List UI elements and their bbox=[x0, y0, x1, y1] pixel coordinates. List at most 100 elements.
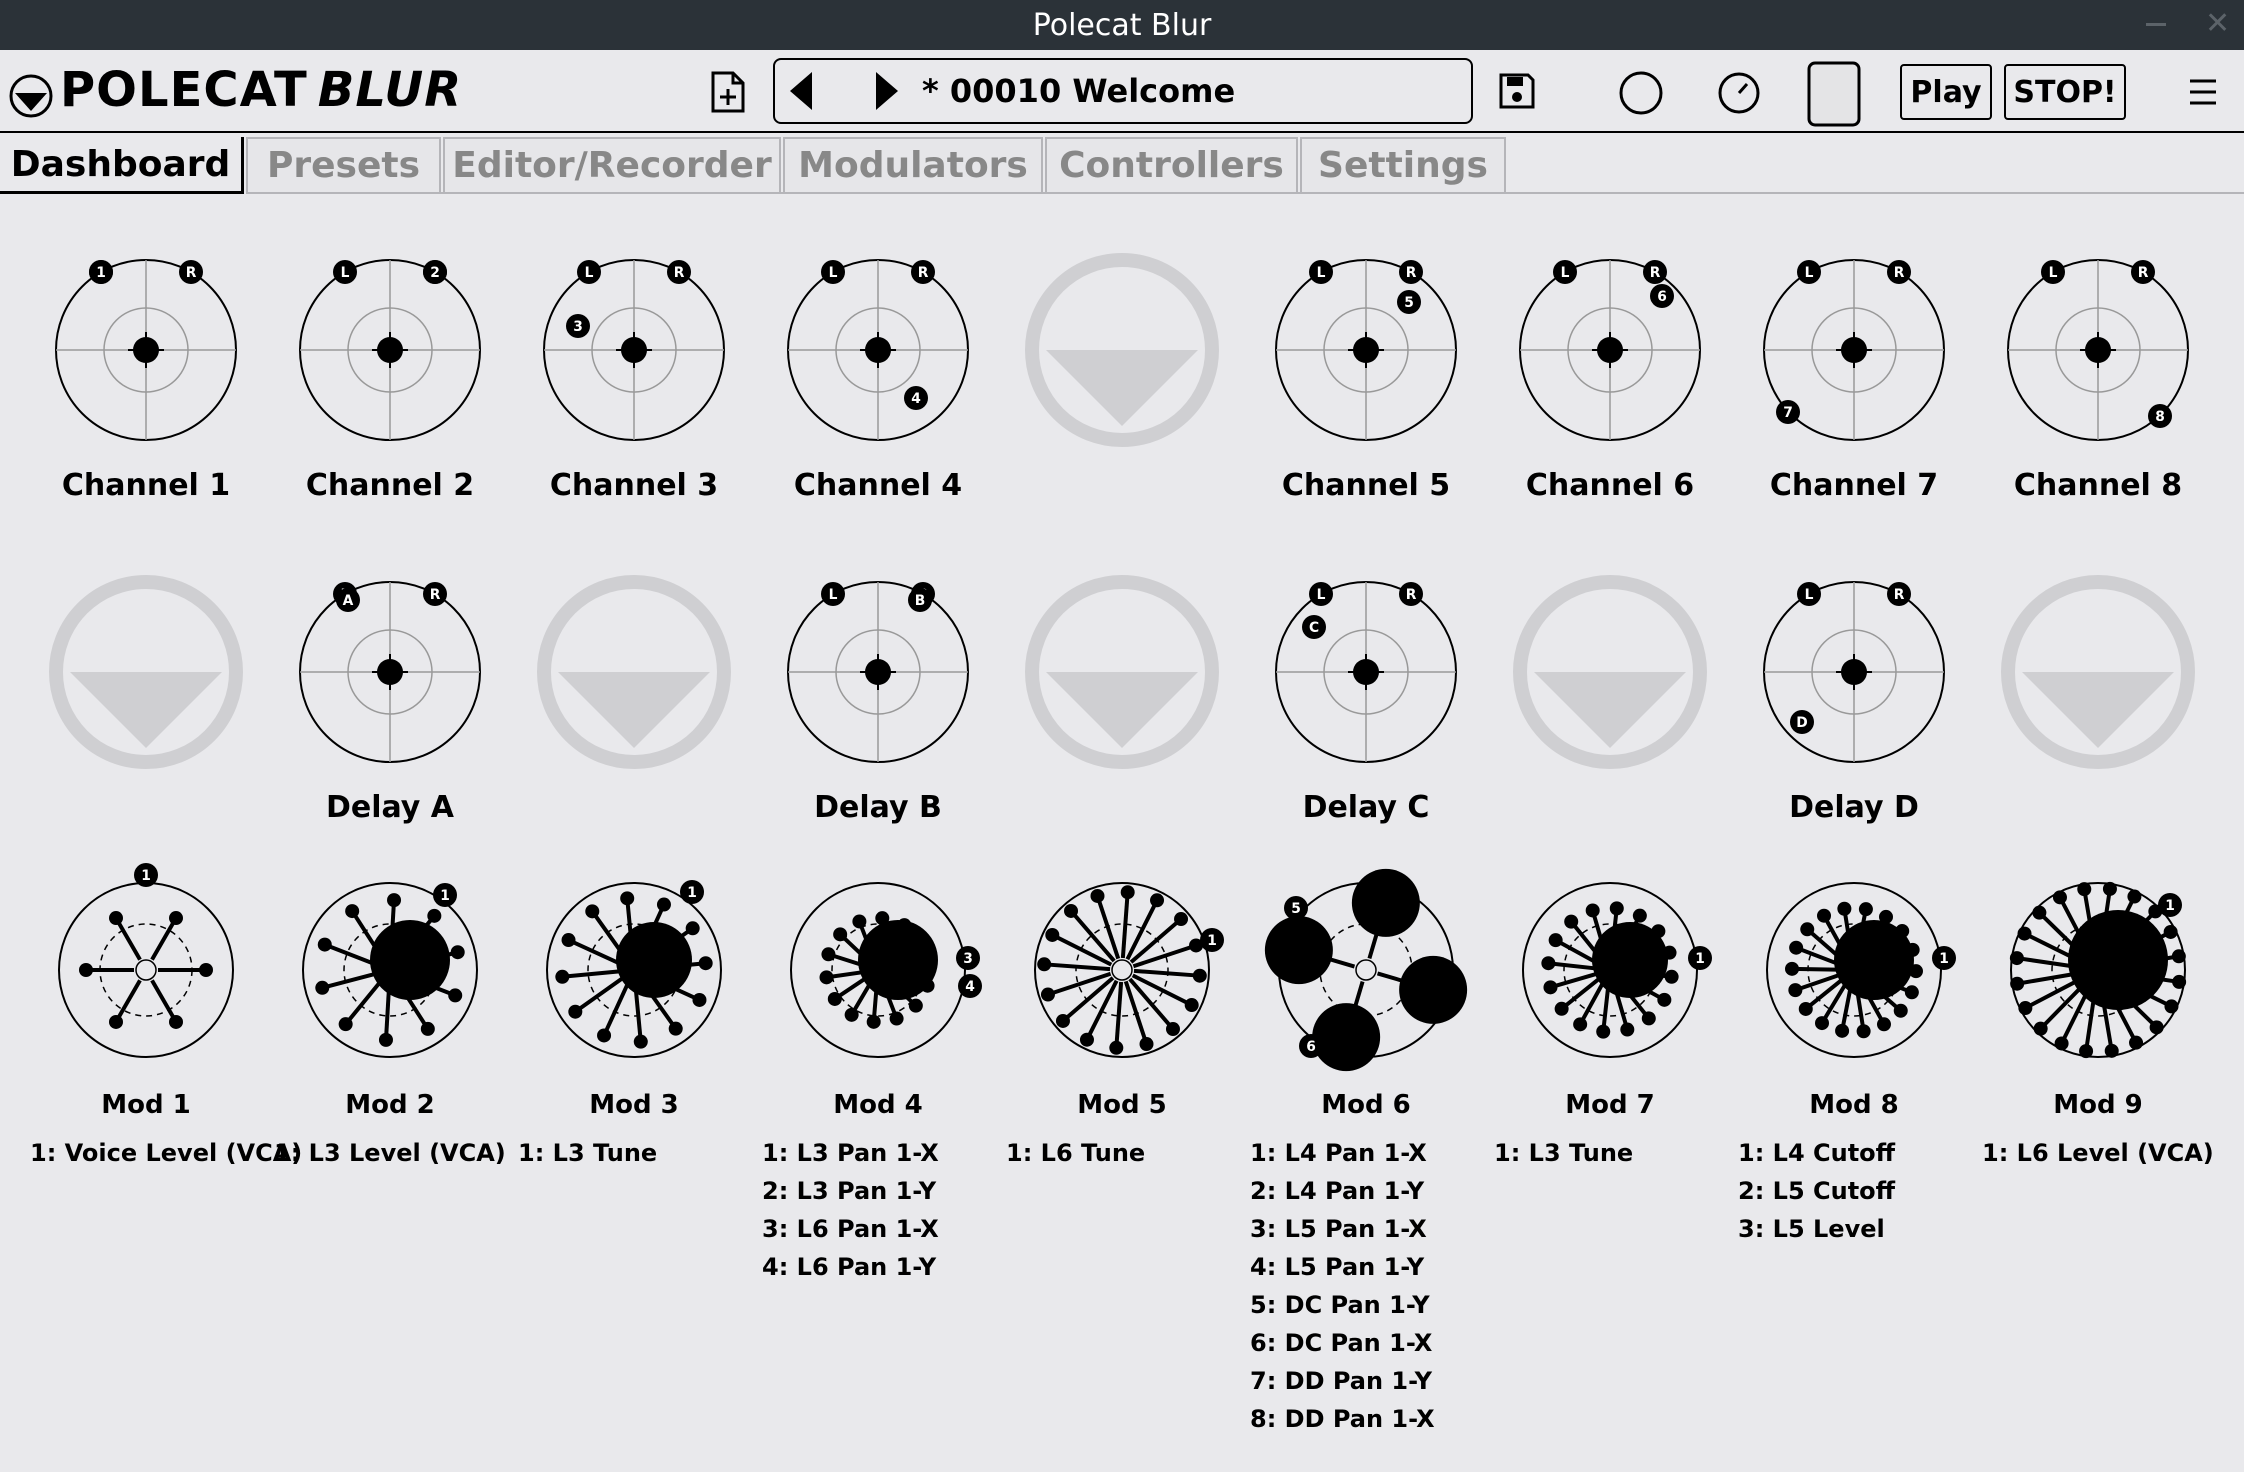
svg-text:5: 5 bbox=[1291, 901, 1301, 917]
channel-panner-6[interactable]: L R 5 bbox=[1256, 240, 1476, 460]
svg-text:R: R bbox=[1406, 587, 1417, 603]
mod-target-item: 4: L5 Pan 1-Y bbox=[1250, 1253, 1425, 1281]
mod-target-item: 7: DD Pan 1-Y bbox=[1250, 1367, 1432, 1395]
mod-6-visualizer[interactable]: 56 bbox=[1256, 860, 1476, 1080]
cpu-gauge-icon[interactable] bbox=[1716, 70, 1762, 116]
mod-pattern bbox=[819, 911, 938, 1029]
channel-position-badge: 8 bbox=[2148, 404, 2172, 428]
mod-target-item: 2: L5 Cutoff bbox=[1738, 1177, 1896, 1205]
delay-position-badge: C bbox=[1302, 615, 1326, 639]
svg-text:3: 3 bbox=[573, 319, 583, 335]
stop-button[interactable]: STOP! bbox=[2004, 64, 2126, 120]
mod-4-visualizer[interactable]: 34 bbox=[768, 860, 988, 1080]
svg-text:1: 1 bbox=[96, 265, 106, 281]
minimize-button[interactable] bbox=[2146, 23, 2166, 26]
delay-panner-6[interactable]: L R C bbox=[1256, 562, 1476, 782]
mod-target-badge: 1 bbox=[680, 880, 704, 904]
delay-empty-slot[interactable] bbox=[1012, 562, 1232, 782]
svg-text:R: R bbox=[1650, 265, 1661, 281]
tab-settings[interactable]: Settings bbox=[1300, 137, 1506, 194]
right-channel-marker: R bbox=[1399, 582, 1423, 606]
channel-panner-3[interactable]: L R 3 bbox=[524, 240, 744, 460]
svg-text:L: L bbox=[1317, 265, 1326, 281]
mod-5-visualizer[interactable]: 1 bbox=[1012, 860, 1232, 1080]
delay-panner-8[interactable]: L R D bbox=[1744, 562, 1964, 782]
mod-target-list: 1: L6 Tune bbox=[1006, 1134, 1145, 1172]
tab-editor-recorder[interactable]: Editor/Recorder bbox=[443, 137, 781, 194]
mod-target-item: 1: L3 Tune bbox=[518, 1139, 658, 1167]
channel-position-badge: 4 bbox=[904, 386, 928, 410]
right-channel-marker: R bbox=[2131, 260, 2155, 284]
channel-panner-2[interactable]: LR2 bbox=[280, 240, 500, 460]
channel-empty-slot[interactable] bbox=[1012, 240, 1232, 460]
mod-pattern bbox=[1037, 885, 1207, 1055]
mod-target-badge: 1 bbox=[134, 863, 158, 887]
svg-text:R: R bbox=[1894, 265, 1905, 281]
channel-panner-1[interactable]: LR1 bbox=[36, 240, 256, 460]
svg-text:R: R bbox=[2138, 265, 2149, 281]
delay-empty-slot[interactable] bbox=[36, 562, 256, 782]
delay-empty-slot[interactable] bbox=[1500, 562, 1720, 782]
mod-pattern bbox=[1541, 901, 1679, 1039]
mod-2-visualizer[interactable]: 1 bbox=[280, 860, 500, 1080]
delay-position-badge: D bbox=[1790, 710, 1814, 734]
channel-position-badge: 7 bbox=[1776, 400, 1800, 424]
svg-text:L: L bbox=[2049, 265, 2058, 281]
close-button[interactable]: ✕ bbox=[2205, 6, 2230, 41]
mod-pattern bbox=[555, 891, 713, 1049]
delay-empty-slot[interactable] bbox=[524, 562, 744, 782]
left-channel-marker: L bbox=[2041, 260, 2065, 284]
svg-text:L: L bbox=[1317, 587, 1326, 603]
mod-1-visualizer[interactable]: 1 bbox=[36, 860, 256, 1080]
new-preset-icon[interactable] bbox=[710, 70, 746, 114]
mod-label: Mod 5 bbox=[1077, 1090, 1167, 1120]
mod-8-visualizer[interactable]: 1 bbox=[1744, 860, 1964, 1080]
mod-pattern bbox=[79, 911, 213, 1029]
play-button[interactable]: Play bbox=[1900, 64, 1992, 120]
svg-text:1: 1 bbox=[1207, 933, 1217, 949]
next-preset-icon[interactable] bbox=[874, 70, 900, 112]
delay-empty-slot[interactable] bbox=[1988, 562, 2208, 782]
mod-target-list: 1: L4 Cutoff 2: L5 Cutoff 3: L5 Level bbox=[1738, 1134, 1895, 1248]
channel-panner-9[interactable]: L R 8 bbox=[1988, 240, 2208, 460]
mod-9-visualizer[interactable]: 1 bbox=[1988, 860, 2208, 1080]
mod-target-badge: 1 bbox=[433, 883, 457, 907]
previous-preset-icon[interactable] bbox=[788, 70, 814, 112]
save-icon[interactable] bbox=[1498, 72, 1536, 110]
svg-text:R: R bbox=[918, 265, 929, 281]
tab-modulators[interactable]: Modulators bbox=[783, 137, 1043, 194]
channel-label: Channel 3 bbox=[549, 468, 719, 503]
delay-panner-4[interactable]: LRB bbox=[768, 562, 988, 782]
hamburger-menu-icon[interactable] bbox=[2188, 77, 2218, 107]
svg-text:C: C bbox=[1309, 620, 1319, 636]
mod-target-item: 3: L5 Level bbox=[1738, 1215, 1885, 1243]
mod-target-badge: 1 bbox=[1932, 946, 1956, 970]
mod-label: Mod 1 bbox=[101, 1090, 191, 1120]
tab-bar-divider bbox=[246, 192, 2244, 194]
right-channel-marker: R bbox=[179, 260, 203, 284]
tab-presets[interactable]: Presets bbox=[246, 137, 441, 194]
left-channel-marker: L bbox=[577, 260, 601, 284]
tab-controllers[interactable]: Controllers bbox=[1045, 137, 1298, 194]
channel-panner-7[interactable]: L R 6 bbox=[1500, 240, 1720, 460]
monitor-circle-icon[interactable] bbox=[1618, 70, 1664, 116]
right-channel-marker: R bbox=[667, 260, 691, 284]
preset-name[interactable]: * 00010 Welcome bbox=[922, 72, 1235, 110]
window-title: Polecat Blur bbox=[1032, 8, 1212, 43]
channel-label: Channel 2 bbox=[305, 468, 475, 503]
svg-text:4: 4 bbox=[911, 391, 921, 407]
svg-text:5: 5 bbox=[1404, 295, 1414, 311]
svg-text:L: L bbox=[1805, 265, 1814, 281]
delay-panner-2[interactable]: LRA bbox=[280, 562, 500, 782]
left-channel-marker: L bbox=[1797, 260, 1821, 284]
mod-7-visualizer[interactable]: 1 bbox=[1500, 860, 1720, 1080]
channel-panner-4[interactable]: L R 4 bbox=[768, 240, 988, 460]
channel-position-badge: 6 bbox=[1650, 284, 1674, 308]
mod-target-badge: 4 bbox=[958, 974, 982, 998]
left-channel-marker: L bbox=[821, 582, 845, 606]
channel-panner-8[interactable]: L R 7 bbox=[1744, 240, 1964, 460]
app-name-part1: POLECAT bbox=[60, 62, 308, 118]
svg-text:R: R bbox=[186, 265, 197, 281]
tab-dashboard[interactable]: Dashboard bbox=[0, 137, 244, 194]
mod-3-visualizer[interactable]: 1 bbox=[524, 860, 744, 1080]
